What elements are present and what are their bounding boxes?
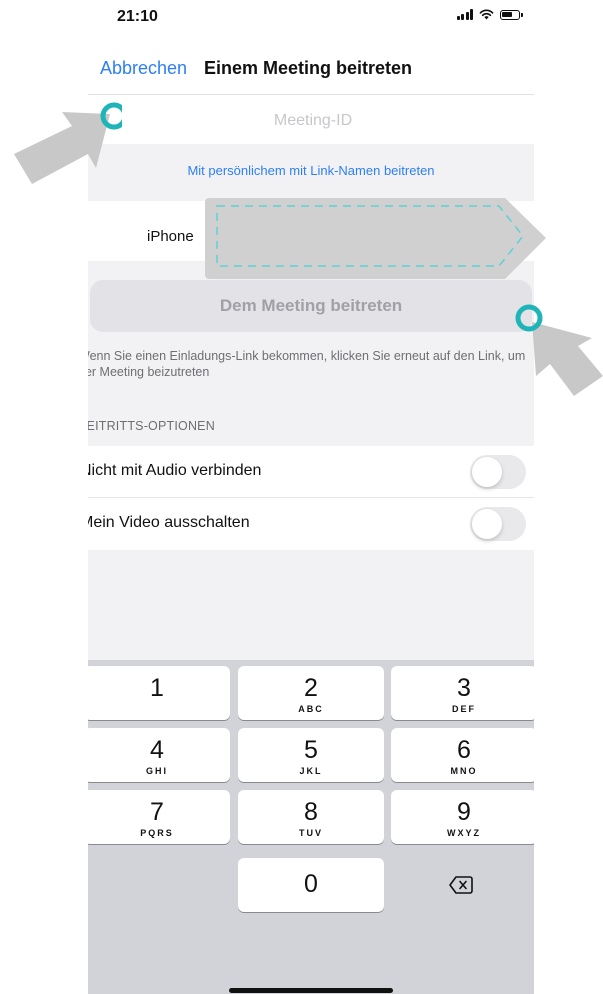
key-digit: 6 [457,736,471,764]
key-letters: DEF [452,704,476,714]
key-digit: 3 [457,674,471,702]
key-digit: 8 [304,798,318,826]
status-bar: 21:10 [88,0,534,40]
cancel-button[interactable]: Abbrechen [100,58,187,79]
toggle-knob [472,457,502,487]
signal-icon [456,9,473,20]
screen-name-label: iPhone [147,228,194,245]
key-9[interactable]: 9 WXYZ [391,790,534,844]
key-digit: 9 [457,798,471,826]
numeric-keypad: 1 2 ABC 3 DEF 4 GHI 5 JKL 6 MNO 7 PQRS 8 [88,660,534,994]
key-0[interactable]: 0 [238,858,384,912]
key-digit: 1 [150,674,164,702]
key-4[interactable]: 4 GHI [88,728,230,782]
option-label-video-off: Mein Video ausschalten [88,514,250,531]
key-7[interactable]: 7 PQRS [88,790,230,844]
redaction-overlay [205,198,546,279]
key-digit: 5 [304,736,318,764]
join-options-header: BEITRITTS-OPTIONEN [88,419,215,433]
phone-screen: 21:10 Abbrechen Einem Meeting beitreten … [88,0,534,994]
no-audio-toggle[interactable] [470,455,526,489]
key-3[interactable]: 3 DEF [391,666,534,720]
status-icons [456,9,523,20]
status-time: 21:10 [117,8,158,25]
pointer-arrow-icon [14,102,122,184]
pointer-arrow-icon [515,304,603,396]
key-digit: 7 [150,798,164,826]
meeting-id-input[interactable] [108,103,518,139]
page-title: Einem Meeting beitreten [204,58,413,78]
battery-icon [500,9,523,20]
meeting-id-row [88,94,534,144]
key-letters: GHI [145,766,168,776]
invitation-hint-text: Wenn Sie einen Einladungs-Link bekommen,… [88,349,526,379]
key-letters: JKL [299,766,323,776]
home-indicator [229,988,393,993]
key-digit: 2 [304,674,318,702]
key-letters: ABC [298,704,324,714]
key-letters: TUV [299,828,323,838]
join-with-personal-link-name-link[interactable]: Mit persönlichem mit Link-Namen beitrete… [88,163,534,178]
delete-key[interactable] [388,858,534,912]
key-1[interactable]: 1 [88,666,230,720]
key-letters: PQRS [140,828,174,838]
backspace-icon [449,876,473,894]
option-row-no-audio: Nicht mit Audio verbinden [88,446,534,498]
key-digit: 4 [150,736,164,764]
option-label-no-audio: Nicht mit Audio verbinden [88,462,262,479]
join-meeting-button[interactable]: Dem Meeting beitreten [90,280,532,332]
video-off-toggle[interactable] [470,507,526,541]
wifi-icon [479,9,494,20]
key-2[interactable]: 2 ABC [238,666,384,720]
key-digit: 0 [304,870,318,898]
key-5[interactable]: 5 JKL [238,728,384,782]
navigation-bar: Abbrechen Einem Meeting beitreten [88,40,534,94]
key-letters: WXYZ [447,828,481,838]
key-6[interactable]: 6 MNO [391,728,534,782]
toggle-knob [472,509,502,539]
key-letters: MNO [450,766,478,776]
key-8[interactable]: 8 TUV [238,790,384,844]
option-row-video-off: Mein Video ausschalten [88,498,534,550]
